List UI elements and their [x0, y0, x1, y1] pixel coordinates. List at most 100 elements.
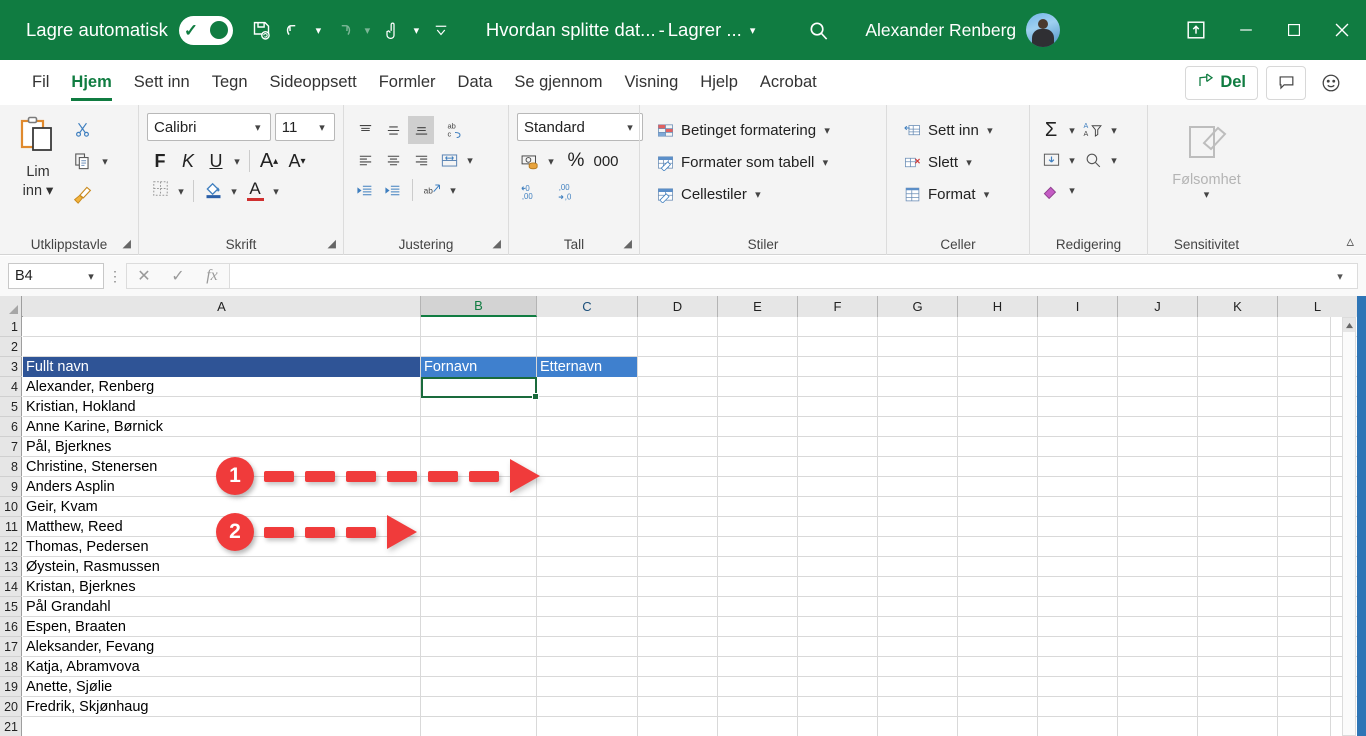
paste-button[interactable]: Lim inn ▾ — [8, 111, 68, 255]
autosave-toggle[interactable]: ✓ — [179, 16, 233, 45]
cell-A9[interactable]: Anders Asplin — [23, 477, 420, 497]
comma-style-button[interactable]: 000 — [591, 147, 621, 175]
fill-caret-icon[interactable]: ▾ — [1066, 154, 1078, 167]
delete-cells-button[interactable]: Slett ▾ — [901, 147, 996, 177]
row-header-2[interactable]: 2 — [0, 337, 22, 357]
close-icon[interactable] — [1318, 0, 1366, 60]
sort-filter-caret-icon[interactable]: ▾ — [1108, 124, 1120, 137]
row-header-12[interactable]: 12 — [0, 537, 22, 557]
conditional-formatting-button[interactable]: Betinget formatering ▾ — [654, 115, 833, 145]
format-as-table-button[interactable]: Formater som tabell ▾ — [654, 147, 833, 177]
cell-A20[interactable]: Fredrik, Skjønhaug — [23, 697, 420, 717]
column-header-j[interactable]: J — [1118, 296, 1198, 317]
row-header-14[interactable]: 14 — [0, 577, 22, 597]
cell-A10[interactable]: Geir, Kvam — [23, 497, 420, 517]
name-box[interactable]: B4 ▾ — [8, 263, 104, 289]
format-cells-button[interactable]: Format ▾ — [901, 179, 996, 209]
column-header-h[interactable]: H — [958, 296, 1038, 317]
ribbon-display-options-icon[interactable] — [1170, 0, 1222, 60]
column-header-k[interactable]: K — [1198, 296, 1278, 317]
borders-button[interactable] — [147, 177, 173, 205]
align-left-icon[interactable] — [352, 146, 378, 174]
comment-icon[interactable] — [1266, 66, 1306, 100]
row-header-18[interactable]: 18 — [0, 657, 22, 677]
fx-icon[interactable]: fx — [195, 263, 229, 289]
decrease-indent-icon[interactable] — [352, 176, 378, 204]
formula-input[interactable]: ▾ — [229, 263, 1358, 289]
sort-filter-icon[interactable]: A A — [1080, 116, 1106, 144]
avatar[interactable] — [1026, 13, 1060, 47]
cell-A6[interactable]: Anne Karine, Børnick — [23, 417, 420, 437]
redo-icon[interactable] — [328, 13, 358, 47]
tab-sideoppsett[interactable]: Sideoppsett — [259, 60, 368, 105]
tab-visning[interactable]: Visning — [613, 60, 689, 105]
copy-caret-icon[interactable]: ▾ — [99, 155, 111, 168]
collapse-ribbon-icon[interactable]: ▵ — [1346, 232, 1354, 250]
cell-A18[interactable]: Katja, Abramvova — [23, 657, 420, 677]
chevron-down-icon[interactable]: ▾ — [821, 124, 833, 137]
cell-styles-button[interactable]: Cellestiler ▾ — [654, 179, 833, 209]
cell-A17[interactable]: Aleksander, Fevang — [23, 637, 420, 657]
search-icon[interactable] — [801, 13, 835, 47]
clear-caret-icon[interactable]: ▾ — [1066, 184, 1078, 197]
cell-C3[interactable]: Etternavn — [537, 357, 637, 377]
save-status[interactable]: Lagrer ... — [668, 19, 742, 41]
cell-A14[interactable]: Kristan, Bjerknes — [23, 577, 420, 597]
minimize-icon[interactable] — [1222, 0, 1270, 60]
chevron-down-icon[interactable]: ▾ — [819, 156, 831, 169]
smiley-icon[interactable] — [1314, 66, 1348, 100]
cell-A13[interactable]: Øystein, Rasmussen — [23, 557, 420, 577]
cell-A16[interactable]: Espen, Braaten — [23, 617, 420, 637]
expand-formula-bar-icon[interactable]: ▾ — [1329, 270, 1351, 283]
row-header-16[interactable]: 16 — [0, 617, 22, 637]
insert-cells-button[interactable]: Sett inn ▾ — [901, 115, 996, 145]
tab-se-gjennom[interactable]: Se gjennom — [503, 60, 613, 105]
touch-mode-caret-icon[interactable]: ▾ — [409, 13, 424, 47]
vertical-scrollbar[interactable] — [1342, 317, 1356, 736]
cancel-icon[interactable]: ✕ — [127, 263, 161, 289]
column-header-d[interactable]: D — [638, 296, 718, 317]
chevron-down-icon[interactable]: ▾ — [316, 121, 328, 134]
cell-A4[interactable]: Alexander, Renberg — [23, 377, 420, 397]
find-select-icon[interactable] — [1080, 146, 1106, 174]
borders-caret-icon[interactable]: ▾ — [175, 185, 187, 198]
fill-down-icon[interactable] — [1038, 146, 1064, 174]
align-right-icon[interactable] — [408, 146, 434, 174]
row-header-4[interactable]: 4 — [0, 377, 22, 397]
dialog-launcher-icon[interactable]: ◢ — [624, 237, 632, 250]
underline-button[interactable]: U — [203, 147, 229, 175]
dialog-launcher-icon[interactable]: ◢ — [123, 237, 131, 250]
redo-dropdown-caret-icon[interactable]: ▾ — [360, 13, 375, 47]
accounting-format-icon[interactable] — [517, 147, 543, 175]
align-center-icon[interactable] — [380, 146, 406, 174]
font-name-input[interactable]: Calibri ▾ — [147, 113, 271, 141]
merge-cells-icon[interactable] — [436, 146, 462, 174]
undo-icon[interactable] — [279, 13, 309, 47]
tab-hjem[interactable]: Hjem — [60, 60, 122, 105]
row-header-21[interactable]: 21 — [0, 717, 22, 736]
text-orientation-icon[interactable]: ab — [419, 176, 445, 204]
select-all-button[interactable] — [0, 296, 22, 317]
shrink-font-button[interactable]: A▾ — [284, 147, 310, 175]
decrease-decimal-icon[interactable]: ,00 ,0 — [553, 177, 587, 205]
tab-formler[interactable]: Formler — [368, 60, 447, 105]
chevron-down-icon[interactable]: ▾ — [624, 121, 636, 134]
row-header-19[interactable]: 19 — [0, 677, 22, 697]
customize-qat-icon[interactable] — [426, 13, 456, 47]
row-header-11[interactable]: 11 — [0, 517, 22, 537]
cell-A7[interactable]: Pål, Bjerknes — [23, 437, 420, 457]
chevron-down-icon[interactable]: ▾ — [984, 124, 996, 137]
cut-button[interactable] — [68, 115, 111, 143]
font-color-caret-icon[interactable]: ▾ — [270, 185, 282, 198]
underline-caret-icon[interactable]: ▾ — [231, 155, 243, 168]
selected-cell-b4[interactable] — [421, 377, 537, 398]
tab-data[interactable]: Data — [447, 60, 504, 105]
touch-mode-icon[interactable] — [377, 13, 407, 47]
save-icon[interactable] — [247, 13, 277, 47]
tab-fil[interactable]: Fil — [21, 60, 60, 105]
column-header-c[interactable]: C — [537, 296, 638, 317]
tab-acrobat[interactable]: Acrobat — [749, 60, 828, 105]
cell-A3[interactable]: Fullt navn — [23, 357, 420, 377]
row-header-10[interactable]: 10 — [0, 497, 22, 517]
wrap-text-icon[interactable]: ab c — [442, 116, 468, 144]
